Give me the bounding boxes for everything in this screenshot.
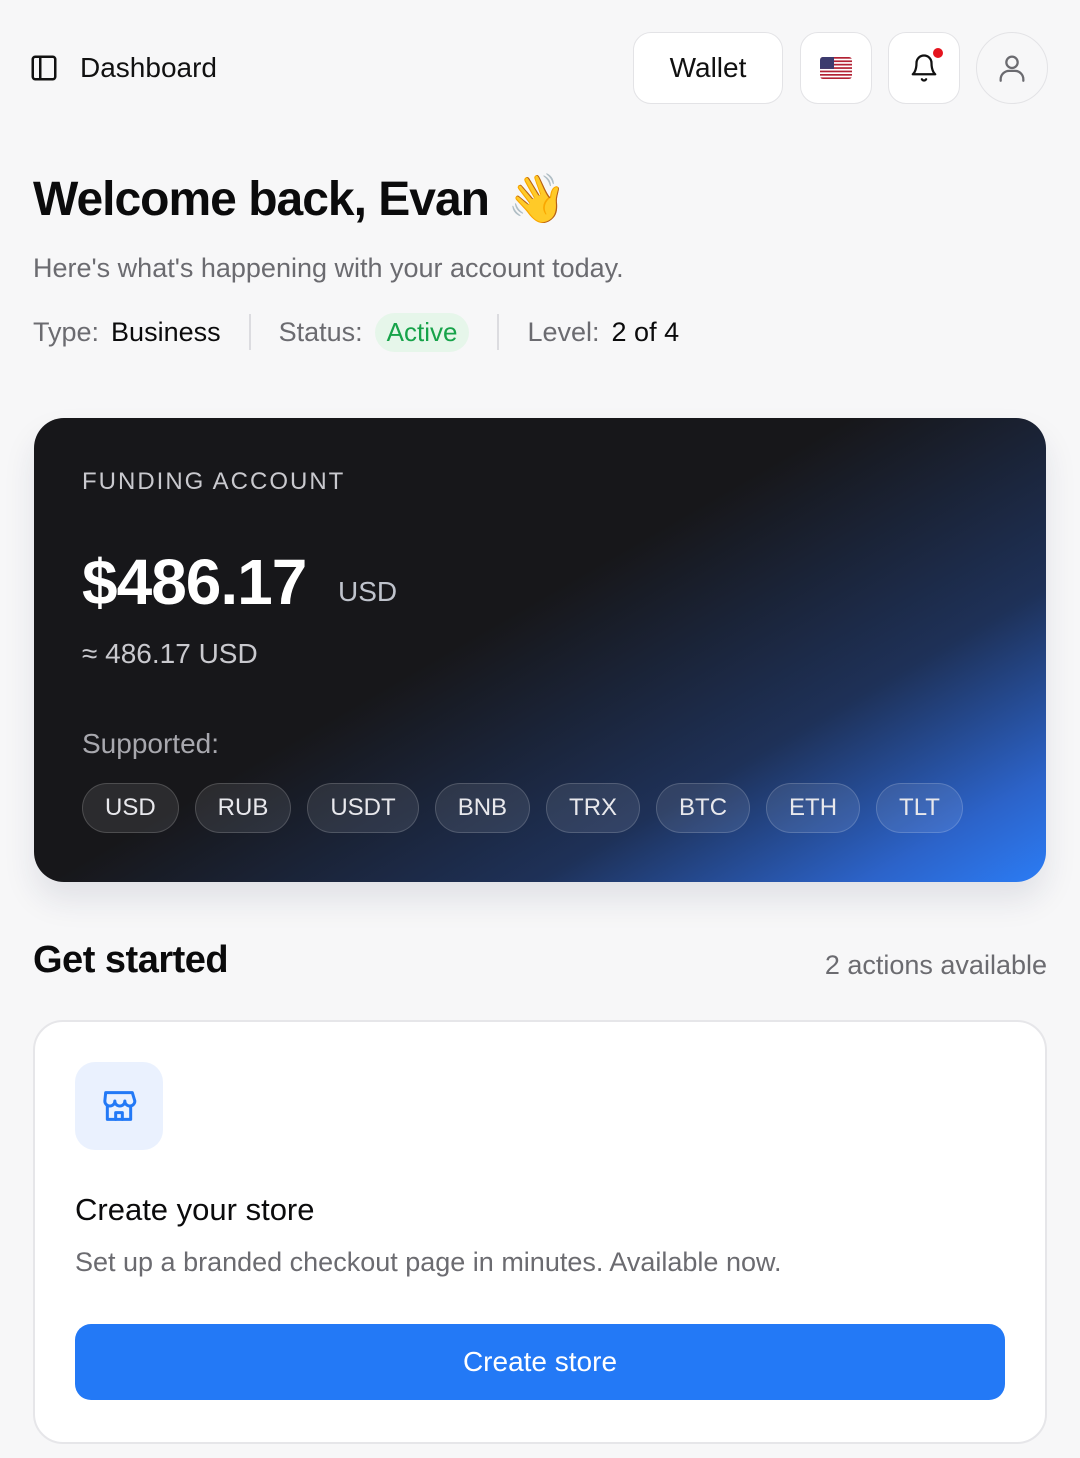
- currency-chip: TLT: [876, 783, 963, 833]
- status-label: Status:: [278, 316, 363, 347]
- welcome-subtitle: Here's what's happening with your accoun…: [33, 253, 624, 283]
- top-bar: Dashboard Wallet: [0, 0, 1080, 136]
- funding-account-card[interactable]: FUNDING ACCOUNT $486.17 USD ≈ 486.17 USD…: [34, 418, 1046, 882]
- page-title: Dashboard: [80, 52, 217, 83]
- funding-approx: ≈ 486.17 USD: [82, 638, 258, 669]
- type-label: Type:: [33, 316, 100, 347]
- wallet-button[interactable]: Wallet: [633, 32, 783, 104]
- level-label: Level:: [527, 316, 600, 347]
- level-value: 2 of 4: [611, 316, 680, 347]
- account-meta: Type: Business Status: Active Level: 2 o…: [33, 310, 679, 354]
- profile-button[interactable]: [976, 32, 1048, 104]
- currency-chip: RUB: [194, 783, 292, 833]
- us-flag-icon: [820, 57, 852, 79]
- store-icon: [75, 1062, 163, 1150]
- get-started-title: Get started: [33, 939, 229, 981]
- funding-label: FUNDING ACCOUNT: [82, 468, 346, 495]
- welcome-title: Welcome back, Evan: [33, 173, 490, 226]
- sidebar-toggle-icon[interactable]: [28, 52, 60, 84]
- waving-hand-icon: 👋: [507, 173, 567, 226]
- actions-count: 2 actions available: [824, 950, 1047, 980]
- currency-chip: BNB: [434, 783, 531, 833]
- notification-dot: [931, 46, 945, 60]
- create-store-button[interactable]: Create store: [75, 1324, 1005, 1400]
- currency-chip: TRX: [546, 783, 641, 833]
- type-value: Business: [111, 316, 221, 347]
- currency-chip: USD: [82, 783, 179, 833]
- supported-label: Supported:: [82, 728, 219, 759]
- status-badge: Active: [374, 312, 470, 352]
- currency-chip: ETH: [766, 783, 861, 833]
- divider: [497, 314, 500, 350]
- supported-currencies: USD RUB USDT BNB TRX BTC ETH TLT: [82, 783, 963, 833]
- currency-chip: USDT: [307, 783, 419, 833]
- user-icon: [999, 55, 1025, 82]
- create-store-card: Create your store Set up a branded check…: [33, 1020, 1047, 1444]
- action-description: Set up a branded checkout page in minute…: [75, 1247, 782, 1277]
- divider: [248, 314, 251, 350]
- currency-chip: BTC: [656, 783, 751, 833]
- funding-currency: USD: [338, 576, 398, 607]
- action-title: Create your store: [75, 1192, 315, 1227]
- welcome-heading: Welcome back, Evan 👋: [33, 170, 567, 230]
- funding-amount: $486.17: [82, 546, 307, 618]
- notifications-button[interactable]: [888, 32, 960, 104]
- language-button[interactable]: [800, 32, 872, 104]
